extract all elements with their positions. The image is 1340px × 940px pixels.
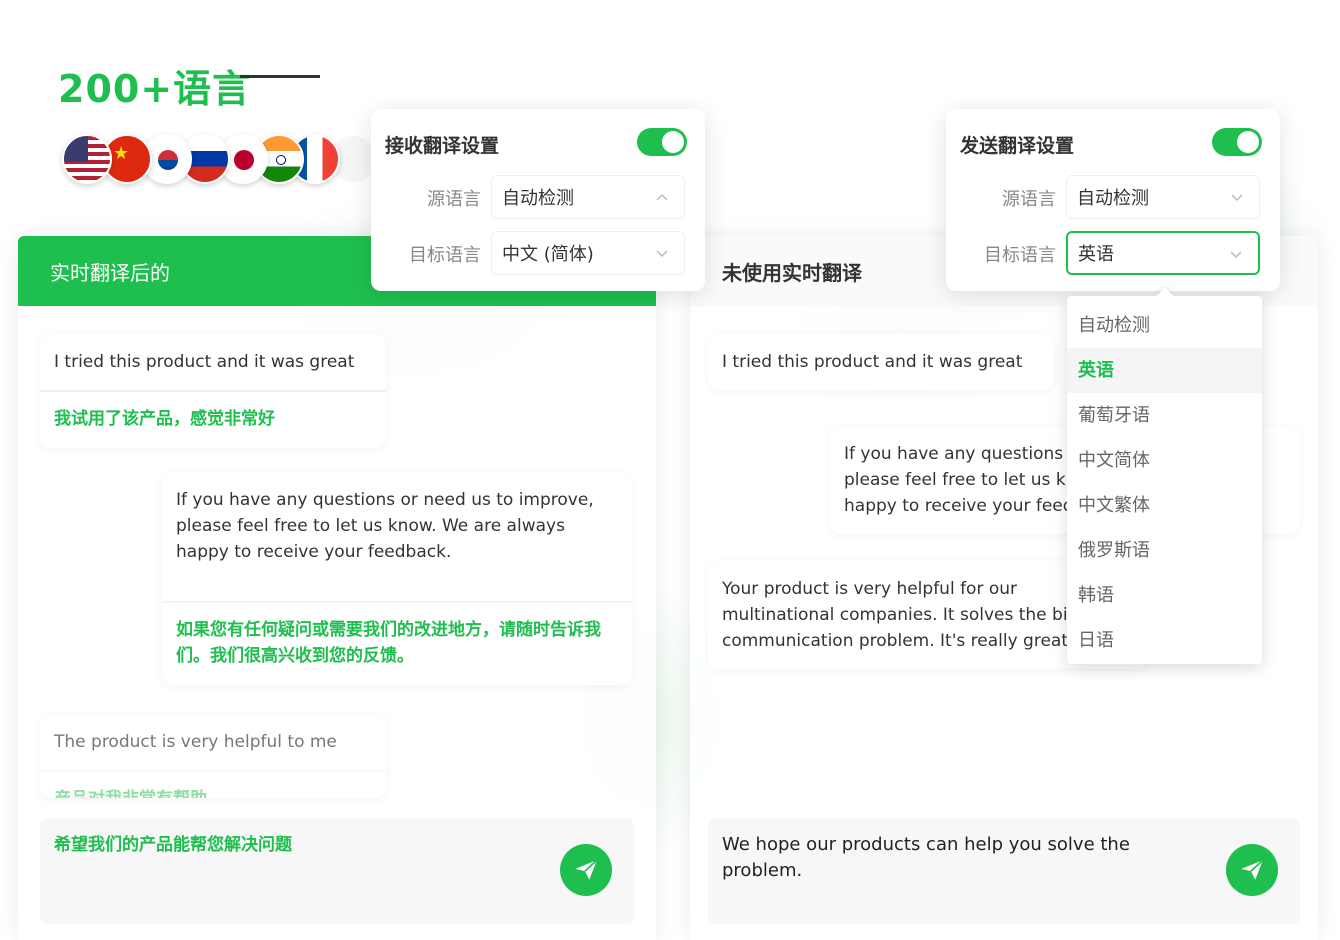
source-language-select[interactable]: 自动检测 [1066,175,1260,219]
language-dropdown: 自动检测 英语 葡萄牙语 中文简体 中文繁体 俄罗斯语 韩语 日语 [1067,296,1262,664]
message-bubble: I tried this product and it was great [708,334,1054,390]
source-language-label: 源语言 [427,189,481,210]
chevron-down-icon [1230,251,1242,259]
language-option-selected[interactable]: 英语 [1067,348,1262,393]
message-translation: 我试用了该产品，感觉非常好 [40,390,386,448]
message-bubble: If you have any questions or need us to … [162,472,632,685]
source-language-select[interactable]: 自动检测 [491,175,685,219]
usa-flag-icon [62,134,112,184]
headline-divider [240,75,320,78]
language-option[interactable]: 俄罗斯语 [1067,528,1262,573]
language-option[interactable]: 日语 [1067,618,1262,663]
headline: 200+语言 [58,67,252,111]
send-translation-toggle[interactable] [1212,128,1262,156]
select-value: 英语 [1078,244,1114,265]
target-language-select[interactable]: 英语 [1066,231,1260,275]
translated-chat-panel: 实时翻译后的 I tried this product and it was g… [18,236,656,940]
message-original: If you have any questions or need us to … [176,490,594,562]
target-language-select[interactable]: 中文 (简体) [491,231,685,275]
message-original: I tried this product and it was great [54,352,355,372]
language-option[interactable]: 中文简体 [1067,438,1262,483]
target-language-label: 目标语言 [984,245,1056,266]
chevron-up-icon [656,193,668,201]
message-translation: 产品对我非常有帮助 [40,770,386,798]
message-original: I tried this product and it was great [722,352,1023,372]
receive-translation-settings: 接收翻译设置 源语言 自动检测 目标语言 中文 (简体) [371,109,705,291]
input-text[interactable]: 希望我们的产品能帮您解决问题 [54,832,514,858]
message-original: The product is very helpful to me [54,732,337,752]
select-value: 自动检测 [502,188,574,209]
chevron-down-icon [656,250,668,258]
language-option[interactable]: 自动检测 [1067,303,1262,348]
language-option[interactable]: 葡萄牙语 [1067,393,1262,438]
language-option[interactable]: 中文繁体 [1067,483,1262,528]
language-option[interactable]: 韩语 [1067,573,1262,618]
send-icon [575,859,598,880]
input-text[interactable]: We hope our products can help you solve … [722,832,1182,884]
source-language-label: 源语言 [1002,189,1056,210]
target-language-label: 目标语言 [409,245,481,266]
send-translation-settings: 发送翻译设置 源语言 自动检测 目标语言 英语 [946,109,1280,291]
receive-translation-toggle[interactable] [637,128,687,156]
chevron-down-icon [1231,194,1243,202]
send-icon [1241,859,1264,880]
message-input[interactable]: We hope our products can help you solve … [708,818,1300,924]
send-button[interactable] [1226,844,1278,896]
send-button[interactable] [560,844,612,896]
select-value: 中文 (简体) [502,244,594,265]
select-value: 自动检测 [1077,188,1149,209]
settings-title: 发送翻译设置 [960,135,1075,157]
message-bubble: The product is very helpful to me 产品对我非常… [40,714,386,798]
message-bubble: I tried this product and it was great 我试… [40,334,386,448]
message-input[interactable]: 希望我们的产品能帮您解决问题 [40,818,634,924]
settings-title: 接收翻译设置 [385,135,500,157]
message-translation: 如果您有任何疑问或需要我们的改进地方，请随时告诉我们。我们很高兴收到您的反馈。 [162,601,632,685]
